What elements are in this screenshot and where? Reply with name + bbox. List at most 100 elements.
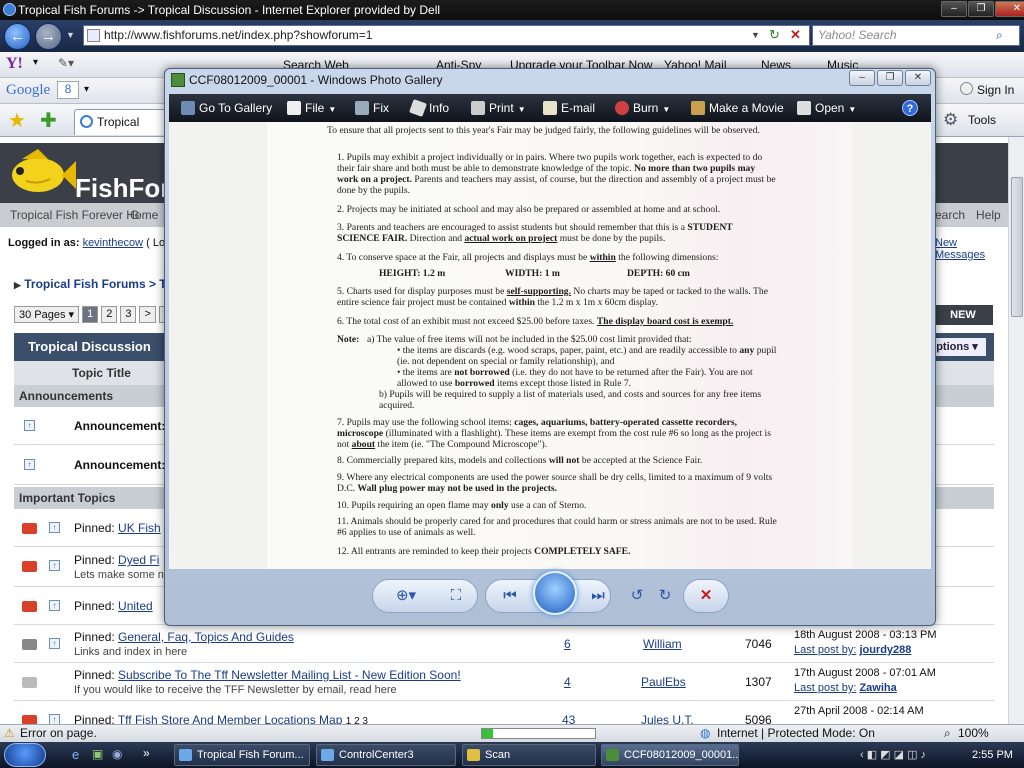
stop-icon[interactable]: ✕ bbox=[790, 25, 801, 44]
pinned-topic-link[interactable]: Tff Fish Store And Member Locations Map bbox=[118, 713, 343, 724]
search-input[interactable]: Yahoo! Search ⌕ bbox=[812, 25, 1020, 46]
replies-count[interactable]: 43 bbox=[562, 713, 575, 724]
last-post-user[interactable]: Zawiha bbox=[859, 682, 896, 694]
forward-button[interactable]: → bbox=[35, 23, 62, 50]
topic-starter[interactable]: PaulEbs bbox=[641, 675, 686, 689]
sign-in-button[interactable]: Sign In bbox=[977, 83, 1014, 97]
address-dropdown-icon[interactable]: ▼ bbox=[751, 26, 760, 45]
gallery-minimize-button[interactable]: – bbox=[849, 70, 875, 86]
google-dropdown-icon[interactable]: ▾ bbox=[84, 84, 89, 95]
doc-bold: COMPLETELY SAFE. bbox=[534, 546, 631, 557]
page-1[interactable]: 1 bbox=[82, 306, 99, 323]
photo-gallery-window: CCF08012009_00001 - Windows Photo Galler… bbox=[164, 68, 936, 626]
recent-pages-chevron-icon[interactable]: ▼ bbox=[66, 30, 75, 40]
task-icon bbox=[179, 749, 192, 761]
doc-bold: within bbox=[508, 297, 535, 308]
more-quicklaunch-icon[interactable]: » bbox=[143, 746, 150, 760]
yahoo-dropdown-icon[interactable]: ▾ bbox=[33, 57, 38, 68]
google-search-box[interactable]: 8 bbox=[57, 81, 79, 99]
rotate-right-icon[interactable]: ↻ bbox=[653, 579, 677, 613]
topic-pages[interactable]: 1 2 3 bbox=[346, 716, 368, 724]
topic-starter[interactable]: William bbox=[643, 637, 682, 651]
gallery-close-button[interactable]: ✕ bbox=[905, 70, 931, 86]
actual-size-icon[interactable]: ⛶ bbox=[441, 579, 471, 613]
options-label: ptions bbox=[936, 341, 970, 353]
zoom-level[interactable]: 100% bbox=[958, 725, 989, 742]
close-button[interactable]: ✕ bbox=[995, 1, 1024, 17]
ie-quicklaunch-icon[interactable]: e bbox=[72, 747, 79, 762]
go-to-gallery-button[interactable]: Go To Gallery bbox=[179, 94, 272, 122]
breadcrumb-text[interactable]: Tropical Fish Forums > Trop bbox=[24, 277, 185, 291]
replies-count[interactable]: 4 bbox=[564, 675, 571, 689]
options-button[interactable]: ptions ▾ bbox=[928, 338, 986, 356]
yahoo-logo-icon[interactable]: Y! bbox=[6, 55, 23, 73]
pencil-icon[interactable]: ✎▾ bbox=[58, 56, 74, 70]
favorites-star-icon[interactable]: ★ bbox=[8, 108, 26, 133]
username-link[interactable]: kevinthecow bbox=[83, 237, 144, 249]
rotate-left-icon[interactable]: ↺ bbox=[625, 579, 649, 613]
tools-menu[interactable]: Tools bbox=[968, 113, 996, 127]
task-label: Scan bbox=[485, 749, 511, 761]
zoom-icon[interactable]: ⊕▾ bbox=[391, 579, 421, 613]
pinned-topic-link[interactable]: United bbox=[118, 599, 153, 613]
pinned-topic-link[interactable]: UK Fish bbox=[118, 521, 161, 535]
new-messages-link[interactable]: New Messages bbox=[935, 237, 1008, 261]
info-button[interactable]: Info bbox=[409, 94, 449, 122]
doc-text: 6. The total cost of an exhibit must not… bbox=[337, 316, 595, 327]
task-scan[interactable]: Scan bbox=[462, 744, 596, 766]
nav-more-link[interactable]: G bbox=[130, 203, 139, 227]
add-favorites-icon[interactable]: ✚ bbox=[40, 108, 57, 133]
email-button[interactable]: E-mail bbox=[541, 94, 595, 122]
burn-menu[interactable]: Burn ▼ bbox=[613, 94, 670, 122]
file-menu[interactable]: File ▼ bbox=[285, 94, 336, 122]
scrollbar-thumb[interactable] bbox=[1011, 177, 1023, 317]
new-topic-button[interactable]: NEW TOPIC bbox=[933, 305, 993, 341]
page-3[interactable]: 3 bbox=[120, 306, 137, 323]
task-photo-gallery[interactable]: CCF08012009_00001... bbox=[601, 744, 739, 766]
search-icon[interactable]: ⌕ bbox=[996, 26, 1003, 45]
previous-icon[interactable]: ⏮ bbox=[495, 579, 525, 613]
pinned-topic-link[interactable]: Subscribe To The Tff Newsletter Mailing … bbox=[118, 668, 461, 682]
page-next[interactable]: > bbox=[139, 306, 156, 323]
google-logo-icon[interactable]: Google bbox=[6, 82, 50, 99]
make-a-movie-button[interactable]: Make a Movie bbox=[689, 94, 784, 122]
help-icon[interactable]: ? bbox=[902, 100, 918, 116]
page-2[interactable]: 2 bbox=[101, 306, 118, 323]
slideshow-button[interactable] bbox=[533, 571, 577, 615]
gallery-maximize-button[interactable]: ❐ bbox=[877, 70, 903, 86]
warning-icon[interactable]: ⚠ bbox=[4, 725, 15, 742]
minimize-button[interactable]: – bbox=[941, 1, 967, 17]
status-error-text[interactable]: Error on page. bbox=[20, 725, 97, 742]
doc-rule-7: 7. Pupils may use the following school i… bbox=[337, 417, 777, 450]
tools-gear-icon[interactable]: ⚙ bbox=[943, 110, 958, 130]
open-menu[interactable]: Open ▼ bbox=[795, 94, 856, 122]
zone-text[interactable]: Internet | Protected Mode: On bbox=[717, 725, 875, 742]
start-button[interactable] bbox=[4, 743, 46, 767]
tray-icons[interactable]: ‹ ◧ ◩ ◪ ◫ ♪ bbox=[860, 748, 926, 761]
pinned-topic-link[interactable]: General, Faq, Topics And Guides bbox=[118, 630, 294, 644]
topic-starter[interactable]: Jules U.T. bbox=[641, 713, 694, 724]
media-quicklaunch-icon[interactable]: ◉ bbox=[112, 747, 122, 761]
nav-help-link[interactable]: Help bbox=[976, 203, 1001, 227]
maximize-button[interactable]: ❐ bbox=[968, 1, 994, 17]
ie-title-bar: Tropical Fish Forums -> Tropical Discuss… bbox=[0, 0, 1024, 20]
page-scrollbar[interactable] bbox=[1008, 137, 1024, 724]
tab-tropical-fish[interactable]: Tropical Fish bbox=[74, 109, 166, 153]
desktop-quicklaunch-icon[interactable]: ▣ bbox=[92, 747, 103, 761]
logout-fragment[interactable]: ( Lo bbox=[146, 237, 165, 249]
pages-dropdown[interactable]: 30 Pages ▾ bbox=[14, 306, 80, 323]
print-menu[interactable]: Print ▼ bbox=[469, 94, 526, 122]
last-post-user[interactable]: jourdy288 bbox=[859, 644, 911, 656]
nav-search-link[interactable]: earch bbox=[935, 203, 965, 227]
address-bar[interactable]: http://www.fishforums.net/index.php?show… bbox=[83, 25, 810, 46]
back-button[interactable]: ← bbox=[4, 23, 31, 50]
task-ie[interactable]: Tropical Fish Forum... bbox=[174, 744, 310, 766]
next-icon[interactable]: ⏭ bbox=[583, 579, 613, 613]
task-controlcenter[interactable]: ControlCenter3 bbox=[316, 744, 456, 766]
clock[interactable]: 2:55 PM bbox=[972, 742, 1013, 768]
replies-count[interactable]: 6 bbox=[564, 637, 571, 651]
pinned-topic-link[interactable]: Dyed Fi bbox=[118, 553, 159, 567]
fix-button[interactable]: Fix bbox=[353, 94, 389, 122]
refresh-icon[interactable]: ↻ bbox=[769, 25, 780, 44]
delete-icon[interactable]: ✕ bbox=[693, 579, 719, 613]
